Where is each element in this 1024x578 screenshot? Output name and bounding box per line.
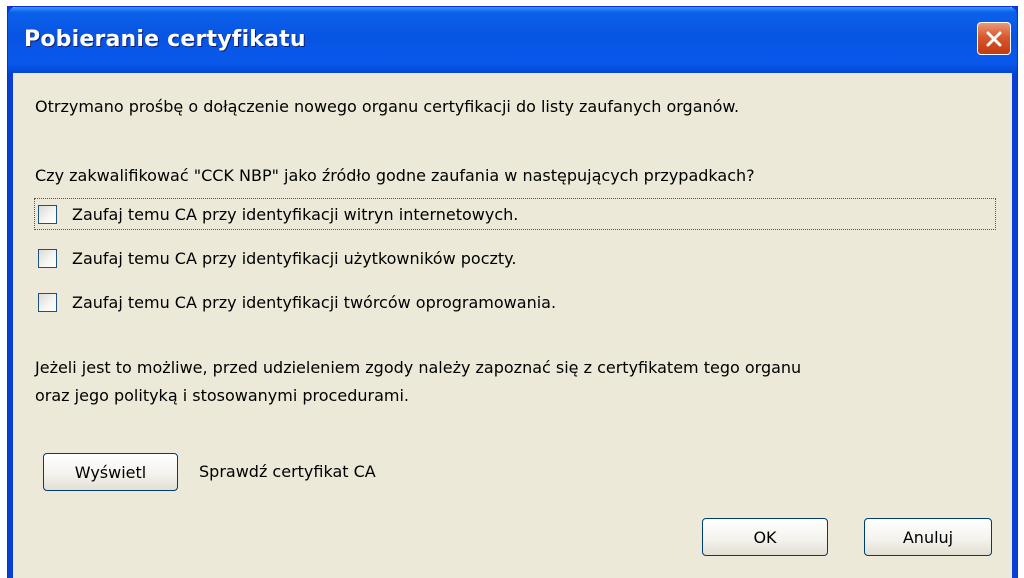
advice-text-line1: Jeżeli jest to możliwe, przed udzielenie… (35, 358, 802, 377)
window-title: Pobieranie certyfikatu (24, 27, 306, 52)
cancel-button[interactable]: Anuluj (864, 518, 992, 556)
checkbox-email-users[interactable] (38, 248, 57, 268)
advice-text-line2: oraz jego polityką i stosowanymi procedu… (35, 386, 409, 405)
checkbox-row-software-makers[interactable]: Zaufaj temu CA przy identyfikacji twórcó… (35, 287, 556, 317)
view-certificate-label: Sprawdź certyfikat CA (199, 462, 376, 481)
checkbox-websites[interactable] (38, 204, 57, 224)
checkbox-row-email-users[interactable]: Zaufaj temu CA przy identyfikacji użytko… (35, 243, 516, 273)
checkbox-software-makers[interactable] (38, 292, 57, 312)
checkbox-label-software-makers: Zaufaj temu CA przy identyfikacji twórcó… (72, 292, 557, 312)
intro-text: Otrzymano prośbę o dołączenie nowego org… (35, 97, 740, 116)
ok-button[interactable]: OK (702, 518, 828, 556)
title-bar[interactable]: Pobieranie certyfikatu (8, 7, 1017, 73)
certificate-download-dialog: Pobieranie certyfikatu Otrzymano prośbę … (7, 6, 1018, 578)
dialog-body: Otrzymano prośbę o dołączenie nowego org… (13, 73, 1012, 578)
close-icon (986, 31, 1002, 47)
question-text: Czy zakwalifikować "CCK NBP" jako źródło… (35, 166, 755, 185)
checkbox-row-websites[interactable]: Zaufaj temu CA przy identyfikacji witryn… (34, 198, 996, 230)
checkbox-label-email-users: Zaufaj temu CA przy identyfikacji użytko… (72, 248, 517, 268)
checkbox-label-websites: Zaufaj temu CA przy identyfikacji witryn… (72, 204, 519, 224)
view-certificate-button[interactable]: Wyświetl (43, 453, 178, 491)
close-button[interactable] (977, 22, 1011, 55)
